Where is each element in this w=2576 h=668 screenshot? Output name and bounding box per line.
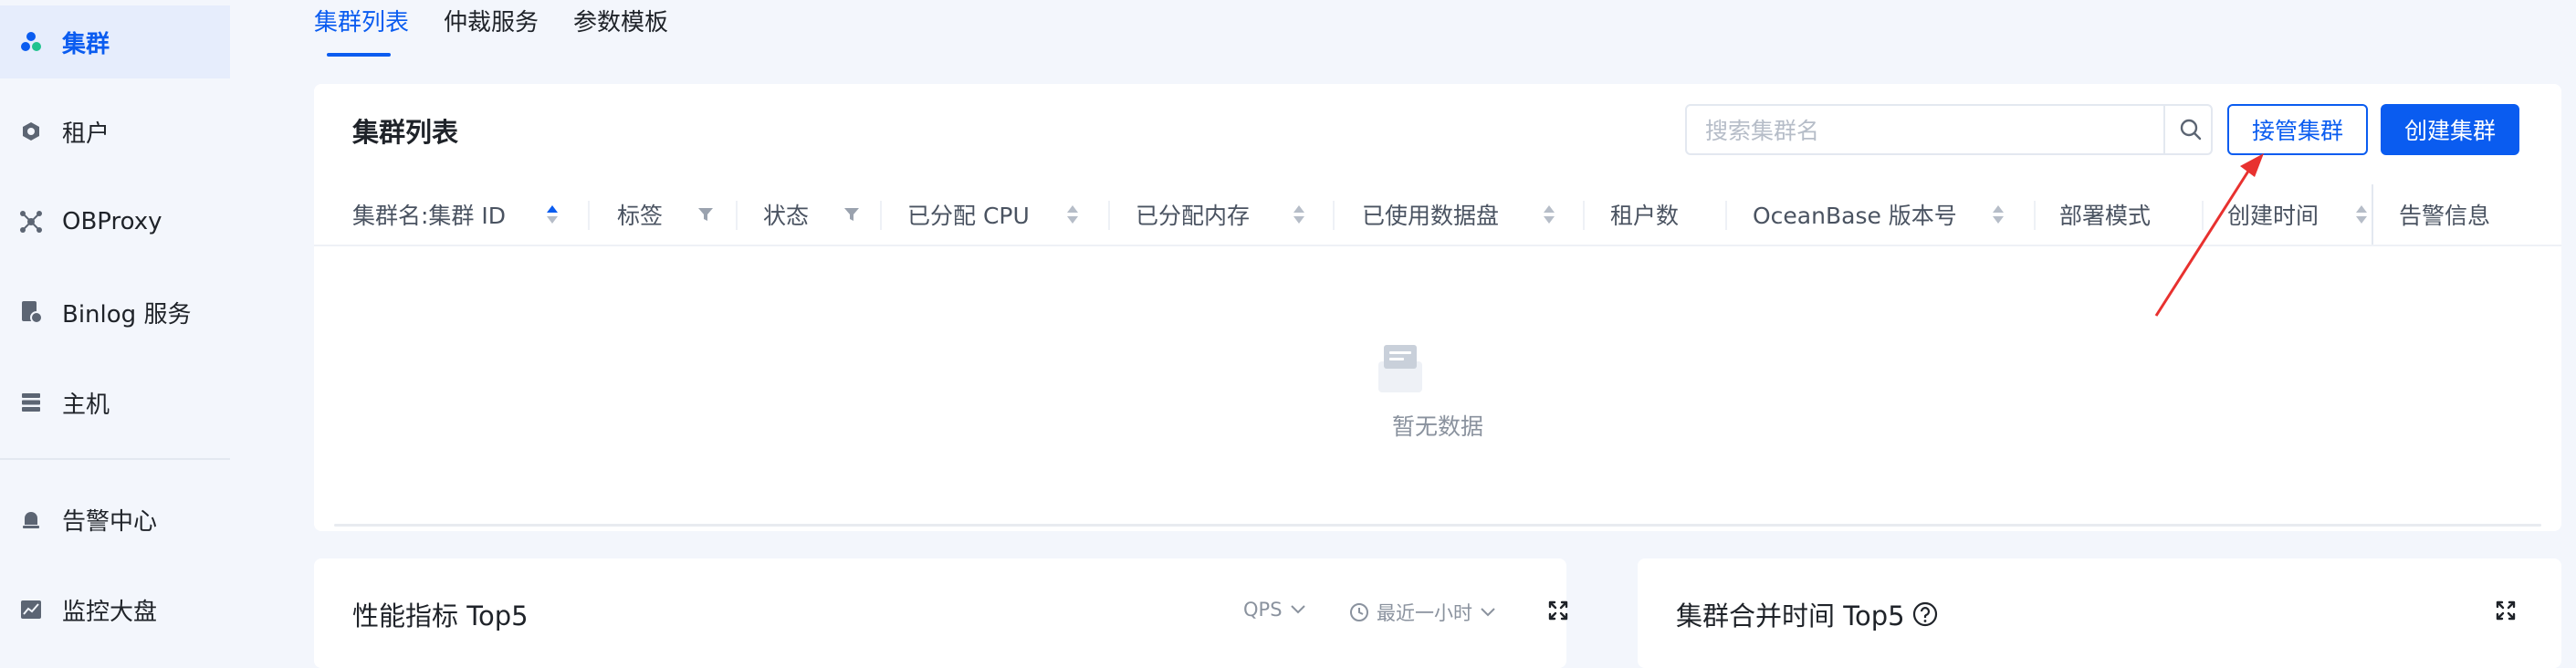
column-header-tags[interactable]: 标签 [617,184,663,245]
sidebar-item-label: OBProxy [62,208,162,235]
expand-icon[interactable] [1548,600,1568,621]
search-divider [2163,106,2165,153]
sidebar-item-label: Binlog 服务 [62,300,192,329]
column-divider [880,201,882,230]
takeover-cluster-button[interactable]: 接管集群 [2227,104,2368,155]
search-input[interactable] [1703,106,2145,155]
sidebar-item-host[interactable]: 主机 [0,366,230,439]
search-box [1685,104,2213,155]
column-header-tenant-count[interactable]: 租户数 [1610,184,1679,245]
column-header-oceanbase-version[interactable]: OceanBase 版本号 [1753,184,1957,245]
sort-icon[interactable] [2355,204,2368,224]
cluster-icon [18,29,44,55]
column-divider [1583,201,1585,230]
column-divider [2202,201,2204,230]
expand-icon[interactable] [2496,600,2516,621]
sidebar: 集群 租户 OBProxy Binlog 服务 主机 告警中心 监控大盘 [0,0,230,646]
sort-icon[interactable] [546,204,559,224]
sidebar-item-tenant[interactable]: 租户 [0,95,230,168]
sidebar-item-label: 告警中心 [62,507,158,536]
card-title: 集群列表 [352,117,459,148]
tab-arbitration-service[interactable]: 仲裁服务 [444,4,539,37]
search-icon[interactable] [2171,106,2211,153]
column-header-alarm-info[interactable]: 告警信息 [2399,184,2490,245]
sidebar-item-label: 主机 [62,391,110,419]
cluster-list-card: 集群列表 接管集群 创建集群 集群名:集群 ID 标签 状态 已分配 CPU 已… [314,84,2561,531]
time-range-value: 最近一小时 [1377,602,1472,624]
metric-select[interactable]: QPS [1243,599,1306,621]
card-title: 性能指标 Top5 [352,600,529,631]
sidebar-item-binlog[interactable]: Binlog 服务 [0,276,230,349]
empty-data-text: 暂无数据 [1391,413,1483,440]
sort-icon[interactable] [1543,204,1555,224]
column-divider [1333,201,1335,230]
sort-icon[interactable] [1066,204,1079,224]
help-icon[interactable] [1912,601,1938,627]
host-icon [18,390,44,415]
column-divider [1108,201,1110,230]
sidebar-item-label: 租户 [62,120,110,148]
tab-cluster-list[interactable]: 集群列表 [314,4,409,37]
merge-time-top5-card: 集群合并时间 Top5 [1638,558,2561,668]
column-header-cluster-name[interactable]: 集群名:集群 ID [352,184,506,245]
column-header-deploy-mode[interactable]: 部署模式 [2059,184,2151,245]
table-header: 集群名:集群 ID 标签 状态 已分配 CPU 已分配内存 已使用数据盘 租户数… [314,184,2561,246]
fixed-column-divider [2372,184,2373,245]
obproxy-icon [18,209,44,235]
binlog-icon [18,299,44,325]
column-header-status[interactable]: 状态 [763,184,809,245]
sort-icon[interactable] [1293,204,1305,224]
tenant-icon [18,119,44,144]
sort-icon[interactable] [1992,204,2005,224]
card-title: 集群合并时间 Top5 [1676,600,1905,631]
column-header-allocated-cpu[interactable]: 已分配 CPU [907,184,1030,245]
clock-icon [1350,603,1368,621]
chevron-down-icon [1290,605,1305,614]
sidebar-item-alarm[interactable]: 告警中心 [0,483,230,556]
tab-parameter-template[interactable]: 参数模板 [573,4,668,37]
sidebar-item-label: 集群 [62,30,110,58]
filter-icon[interactable] [843,206,860,223]
create-cluster-button[interactable]: 创建集群 [2381,104,2519,155]
sidebar-item-monitor[interactable]: 监控大盘 [0,573,230,646]
sidebar-item-cluster[interactable]: 集群 [0,5,230,78]
performance-top5-card: 性能指标 Top5 QPS 最近一小时 [314,558,1568,668]
horizontal-scrollbar[interactable] [334,524,2541,527]
monitor-icon [18,597,44,622]
column-divider [736,201,738,230]
active-tab-indicator [327,53,391,57]
sidebar-item-obproxy[interactable]: OBProxy [0,185,230,258]
sidebar-item-label: 监控大盘 [62,598,158,626]
metric-select-value: QPS [1243,599,1283,621]
time-range-select[interactable]: 最近一小时 [1349,599,1496,626]
empty-data-icon [1378,345,1422,392]
alarm-icon [18,506,44,532]
sidebar-divider [0,458,230,460]
column-divider [2034,201,2036,230]
column-divider [1725,201,1727,230]
column-header-allocated-memory[interactable]: 已分配内存 [1136,184,1250,245]
column-divider [588,201,590,230]
column-header-created-time[interactable]: 创建时间 [2227,184,2319,245]
filter-icon[interactable] [697,206,714,223]
chevron-down-icon [1481,608,1495,617]
card-title-row: 集群合并时间 Top5 [1676,595,1938,633]
column-header-used-data-disk[interactable]: 已使用数据盘 [1362,184,1499,245]
